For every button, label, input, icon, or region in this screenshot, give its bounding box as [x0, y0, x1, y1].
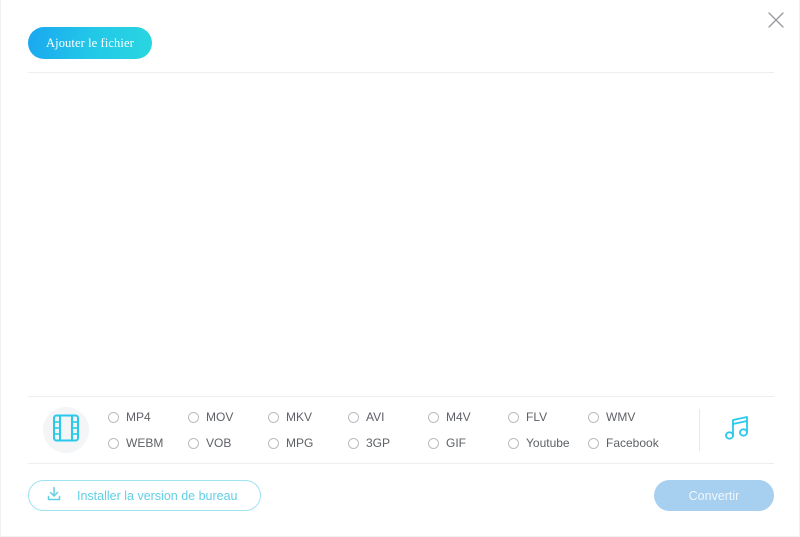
radio-circle-icon[interactable]	[348, 438, 359, 449]
format-option-mkv[interactable]: MKV	[268, 404, 348, 430]
radio-circle-icon[interactable]	[588, 438, 599, 449]
icon-circle-background	[43, 407, 89, 453]
top-toolbar: Ajouter le fichier	[1, 0, 800, 73]
radio-circle-icon[interactable]	[428, 438, 439, 449]
format-label: WEBM	[126, 437, 163, 449]
format-option-3gp[interactable]: 3GP	[348, 430, 428, 456]
radio-circle-icon[interactable]	[508, 412, 519, 423]
radio-circle-icon[interactable]	[188, 438, 199, 449]
format-label: AVI	[366, 411, 384, 423]
format-label: MKV	[286, 411, 312, 423]
music-note-icon	[722, 413, 752, 448]
format-label: M4V	[446, 411, 471, 423]
format-option-mpg[interactable]: MPG	[268, 430, 348, 456]
format-label: VOB	[206, 437, 231, 449]
radio-circle-icon[interactable]	[188, 412, 199, 423]
add-file-button[interactable]: Ajouter le fichier	[28, 27, 152, 59]
format-label: MOV	[206, 411, 233, 423]
format-option-mp4[interactable]: MP4	[108, 404, 188, 430]
format-option-flv[interactable]: FLV	[508, 404, 588, 430]
convert-button[interactable]: Convertir	[654, 480, 774, 511]
format-option-youtube[interactable]: Youtube	[508, 430, 588, 456]
film-strip-icon	[53, 414, 79, 447]
video-format-group-icon[interactable]	[28, 407, 104, 453]
radio-circle-icon[interactable]	[348, 412, 359, 423]
format-label: FLV	[526, 411, 547, 423]
converter-window: Ajouter le fichier	[0, 0, 800, 537]
radio-circle-icon[interactable]	[268, 412, 279, 423]
format-option-avi[interactable]: AVI	[348, 404, 428, 430]
radio-circle-icon[interactable]	[268, 438, 279, 449]
format-selection-panel: MP4 MOV MKV AVI M4V FLV	[28, 396, 774, 464]
format-option-mov[interactable]: MOV	[188, 404, 268, 430]
format-label: 3GP	[366, 437, 390, 449]
format-label: GIF	[446, 437, 466, 449]
format-radio-grid: MP4 MOV MKV AVI M4V FLV	[104, 404, 699, 456]
radio-circle-icon[interactable]	[508, 438, 519, 449]
radio-circle-icon[interactable]	[588, 412, 599, 423]
format-label: Facebook	[606, 437, 659, 449]
radio-circle-icon[interactable]	[108, 412, 119, 423]
format-option-gif[interactable]: GIF	[428, 430, 508, 456]
format-option-vob[interactable]: VOB	[188, 430, 268, 456]
audio-format-group-icon[interactable]	[700, 413, 774, 448]
install-desktop-version-button[interactable]: Installer la version de bureau	[28, 480, 261, 511]
format-option-webm[interactable]: WEBM	[108, 430, 188, 456]
file-drop-area[interactable]	[28, 73, 774, 395]
format-label: MP4	[126, 411, 151, 423]
install-button-label: Installer la version de bureau	[77, 489, 238, 503]
radio-circle-icon[interactable]	[108, 438, 119, 449]
format-option-facebook[interactable]: Facebook	[588, 430, 668, 456]
format-label: WMV	[606, 411, 635, 423]
format-label: Youtube	[526, 437, 570, 449]
format-option-m4v[interactable]: M4V	[428, 404, 508, 430]
format-option-wmv[interactable]: WMV	[588, 404, 668, 430]
download-icon	[45, 485, 63, 506]
footer-bar: Installer la version de bureau Convertir	[1, 464, 800, 537]
format-label: MPG	[286, 437, 313, 449]
radio-circle-icon[interactable]	[428, 412, 439, 423]
